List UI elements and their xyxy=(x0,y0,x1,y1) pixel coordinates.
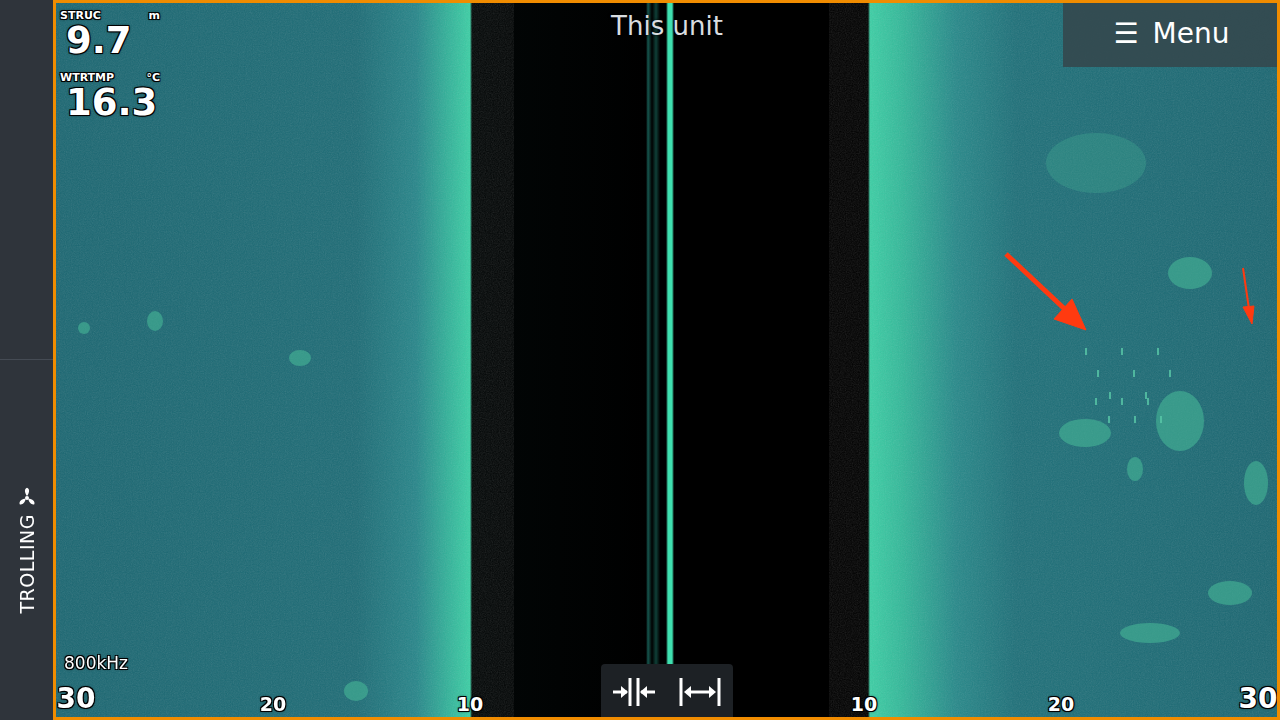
readout: WTRTMP °C16.3 xyxy=(60,71,160,123)
readout: STRUC m9.7 xyxy=(60,9,160,61)
readouts: STRUC m9.7 WTRTMP °C16.3 xyxy=(60,9,160,123)
scale-label: 10 xyxy=(851,693,877,715)
readout-header: STRUC m xyxy=(60,9,160,22)
sonar-screen: TROLLING STRUC m9.7 WTRTMP °C16.3 This unit ☰ M… xyxy=(0,0,1280,720)
zoom-out-button[interactable] xyxy=(667,664,733,720)
sonar-image xyxy=(56,3,1277,717)
mode-label: TROLLING xyxy=(16,514,38,613)
readout-unit: °C xyxy=(146,71,160,84)
propeller-icon xyxy=(16,486,38,508)
sidebar: TROLLING xyxy=(0,0,53,720)
trolling-mode[interactable]: TROLLING xyxy=(0,360,53,720)
arrow-icon xyxy=(1006,254,1254,330)
sidebar-top xyxy=(0,0,53,360)
sidescan-view[interactable]: STRUC m9.7 WTRTMP °C16.3 This unit ☰ Menu 800kH… xyxy=(53,0,1280,720)
expand-icon xyxy=(677,674,723,710)
menu-button[interactable]: ☰ Menu xyxy=(1063,0,1280,67)
scale-label: 20 xyxy=(1048,693,1074,715)
readout-label: STRUC xyxy=(60,9,101,22)
source-title: This unit xyxy=(611,11,723,41)
scale-label: 30 xyxy=(57,682,96,715)
scale-label: 10 xyxy=(457,693,483,715)
readout-value: 9.7 xyxy=(60,22,160,61)
zoom-in-button[interactable] xyxy=(601,664,667,720)
readout-label: WTRTMP xyxy=(60,71,114,84)
readout-unit: m xyxy=(149,9,160,22)
menu-icon: ☰ xyxy=(1114,17,1139,50)
readout-value: 16.3 xyxy=(60,84,160,123)
scale-label: 20 xyxy=(260,693,286,715)
frequency-label: 800kHz xyxy=(64,653,128,673)
range-buttons xyxy=(601,664,733,720)
menu-label: Menu xyxy=(1153,17,1230,50)
readout-header: WTRTMP °C xyxy=(60,71,160,84)
scale-label: 30 xyxy=(1239,682,1278,715)
collapse-icon xyxy=(611,674,657,710)
